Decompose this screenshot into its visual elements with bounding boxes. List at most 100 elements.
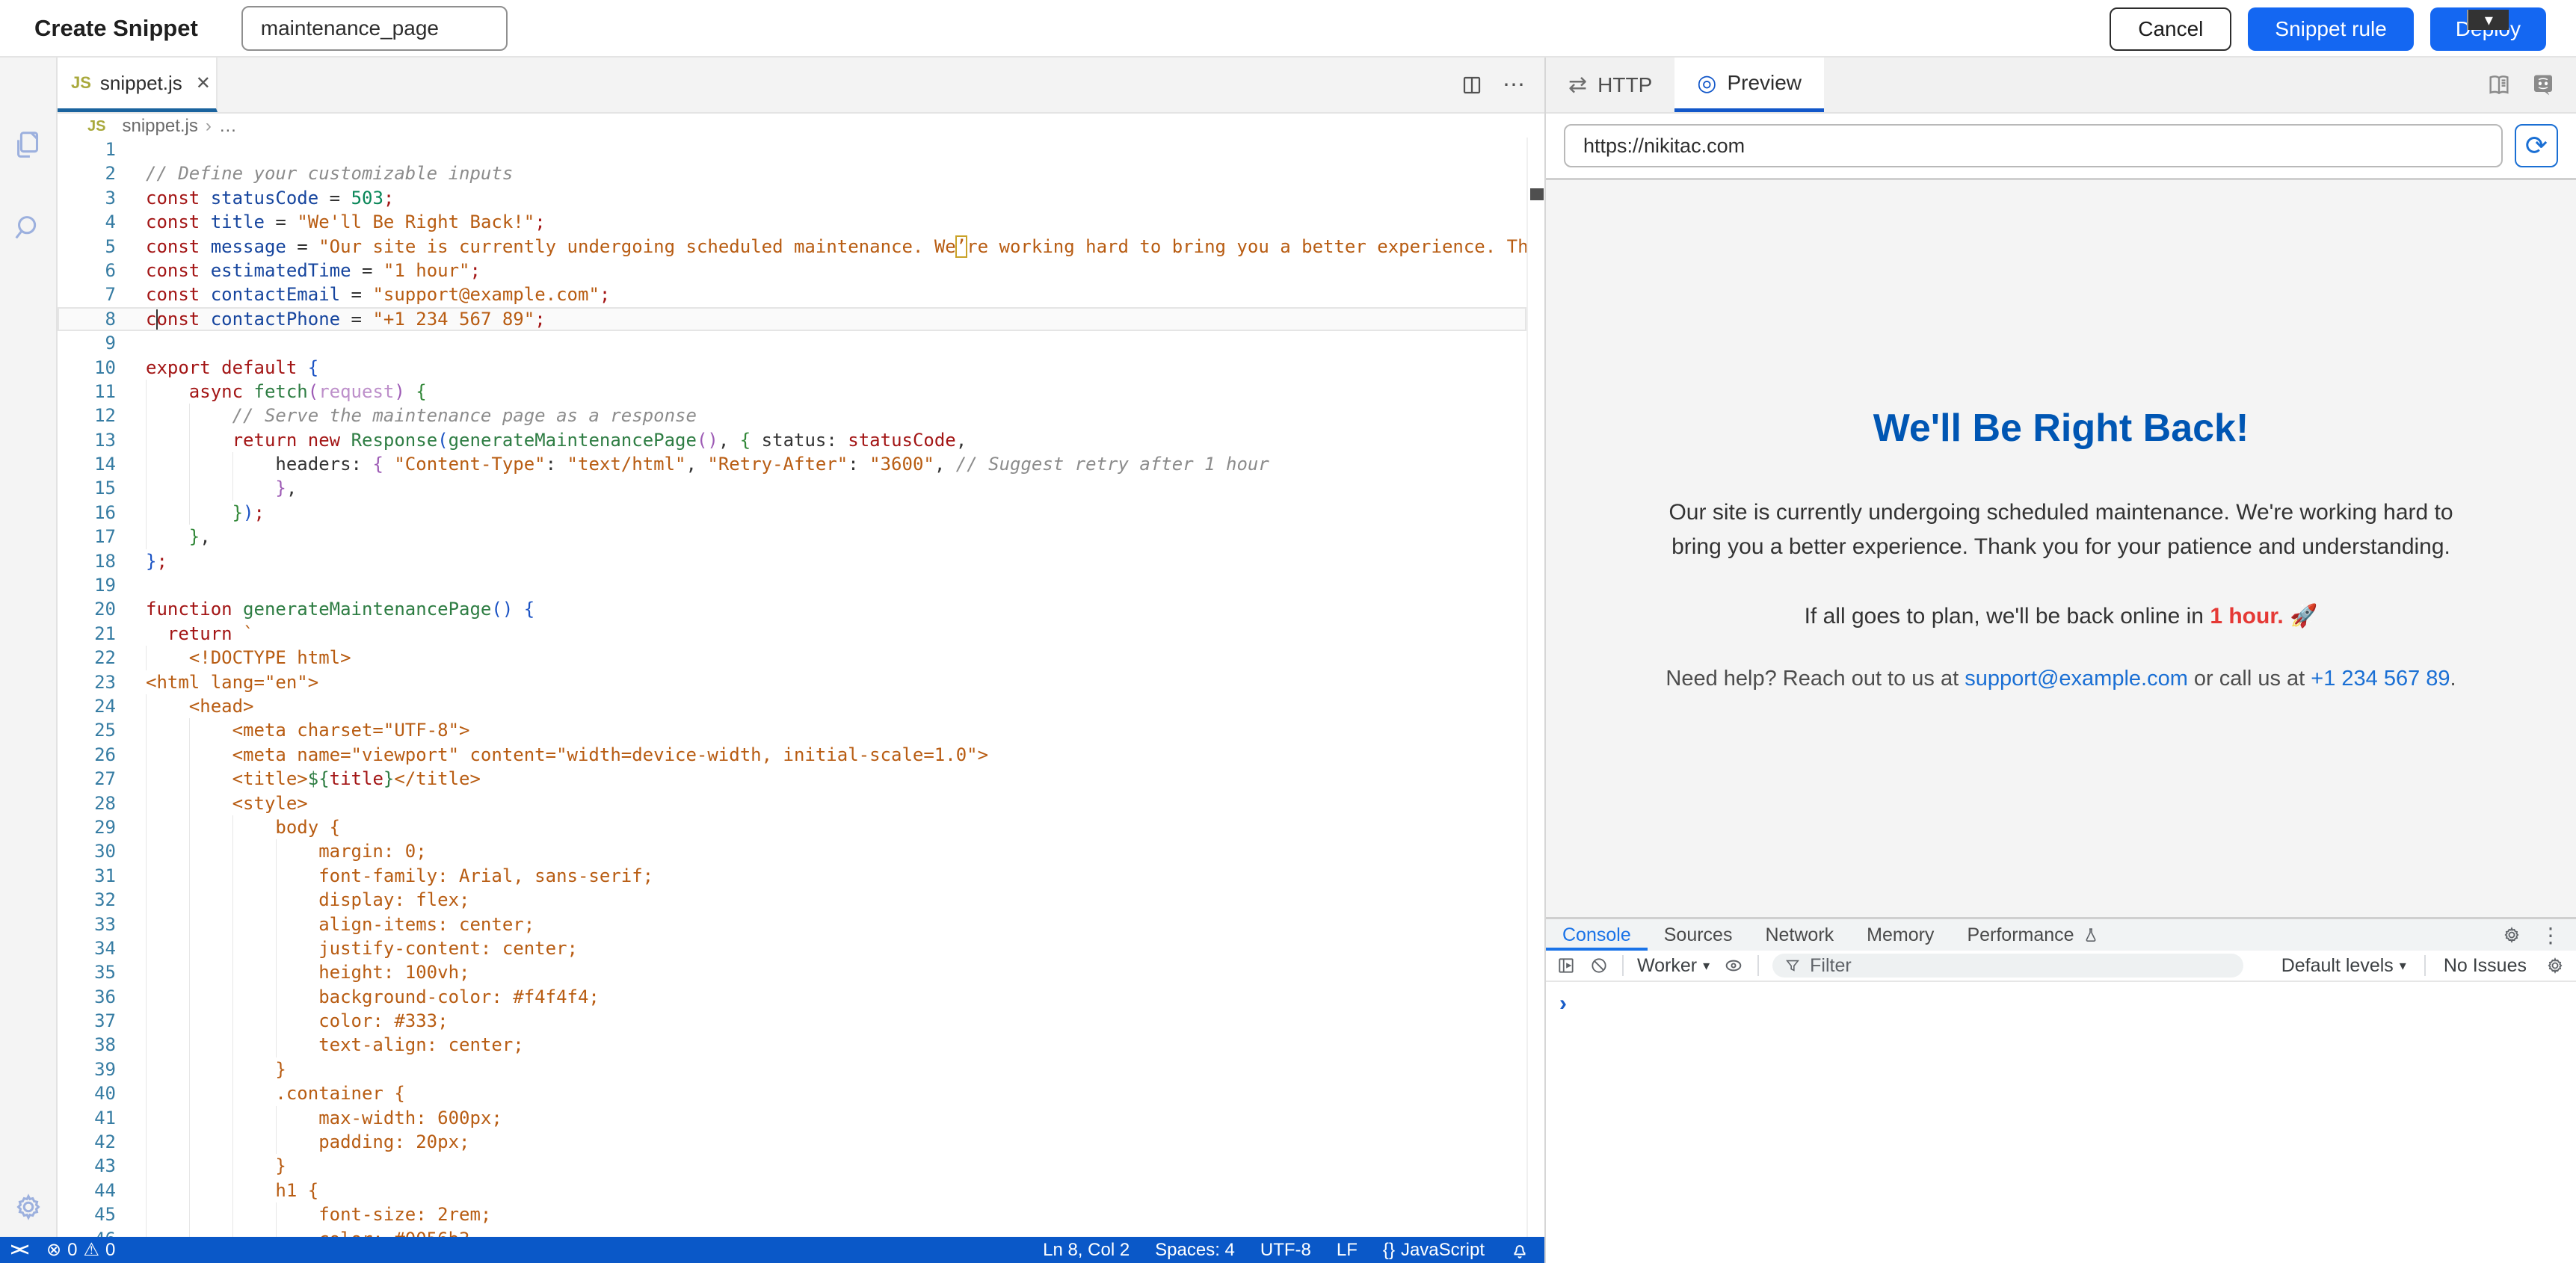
preview-tab-bar: ⇄ HTTP ◎ Preview [1546, 58, 2576, 114]
code-line: 27 <title>${title}</title> [58, 767, 1526, 791]
refresh-button[interactable]: ⟳ [2515, 124, 2558, 167]
page-header: Create Snippet Cancel Snippet rule Deplo… [0, 0, 2576, 58]
line-number: 16 [58, 501, 132, 525]
tab-network[interactable]: Network [1748, 919, 1850, 951]
cursor-position[interactable]: Ln 8, Col 2 [1043, 1240, 1130, 1261]
text-cursor [156, 309, 158, 330]
close-icon[interactable]: ✕ [196, 72, 211, 94]
line-number: 24 [58, 694, 132, 718]
log-levels-selector[interactable]: Default levels ▾ [2281, 955, 2406, 977]
line-number: 36 [58, 985, 132, 1009]
code-text: body { [146, 815, 1526, 839]
line-number: 4 [58, 210, 132, 234]
maintenance-eta: If all goes to plan, we'll be back onlin… [1605, 603, 2517, 629]
deploy-caret-button[interactable]: ▾ [2467, 10, 2509, 30]
console-output[interactable]: › [1546, 982, 2576, 1015]
code-line: 31 font-family: Arial, sans-serif; [58, 864, 1526, 888]
kebab-menu-icon[interactable]: ⋮ [2540, 923, 2561, 948]
deploy-split-button[interactable]: Deploy ▾ [2430, 7, 2546, 51]
code-line: 19 [58, 573, 1526, 597]
url-input[interactable] [1564, 124, 2503, 167]
indentation[interactable]: Spaces: 4 [1155, 1240, 1235, 1261]
code-text: height: 100vh; [146, 960, 1526, 984]
search-icon[interactable] [11, 211, 46, 245]
editor-scrollbar[interactable] [1526, 138, 1544, 1237]
url-bar: ⟳ [1546, 114, 2576, 178]
snippet-rule-button[interactable]: Snippet rule [2248, 7, 2413, 51]
header-actions: Cancel Snippet rule Deploy ▾ [2110, 7, 2546, 51]
line-number: 18 [58, 549, 132, 573]
tab-memory[interactable]: Memory [1850, 919, 1950, 951]
docs-book-icon[interactable] [2486, 72, 2512, 98]
line-number: 37 [58, 1009, 132, 1033]
more-actions-icon[interactable]: ⋯ [1503, 72, 1525, 98]
breadcrumb[interactable]: JS snippet.js › … [58, 114, 1544, 139]
code-line: 3const statusCode = 503; [58, 186, 1526, 210]
maintenance-message: Our site is currently undergoing schedul… [1605, 495, 2517, 564]
code-line: 28 <style> [58, 791, 1526, 815]
tab-label: snippet.js [100, 72, 182, 95]
breadcrumb-file[interactable]: snippet.js [122, 116, 197, 137]
line-number: 40 [58, 1081, 132, 1105]
code-line: 39 } [58, 1057, 1526, 1081]
line-number: 13 [58, 428, 132, 452]
encoding[interactable]: UTF-8 [1260, 1240, 1311, 1261]
line-number: 5 [58, 235, 132, 259]
code-line: 33 align-items: center; [58, 912, 1526, 936]
breadcrumb-more[interactable]: … [219, 116, 237, 137]
error-icon: ⊗ [46, 1239, 61, 1261]
issues-counter[interactable]: No Issues [2444, 955, 2527, 977]
notifications-bell-icon[interactable] [1510, 1241, 1529, 1260]
console-sidebar-toggle-icon[interactable] [1556, 956, 1576, 975]
phone-link[interactable]: +1 234 567 89 [2311, 667, 2450, 691]
tab-console[interactable]: Console [1546, 919, 1648, 951]
clear-console-icon[interactable] [1589, 956, 1609, 975]
code-line: 44 h1 { [58, 1179, 1526, 1202]
code-text: align-items: center; [146, 912, 1526, 936]
cancel-button[interactable]: Cancel [2110, 7, 2231, 51]
line-number: 17 [58, 525, 132, 549]
devtools-settings-gear-icon[interactable] [2501, 924, 2522, 945]
line-number: 28 [58, 791, 132, 815]
line-number: 45 [58, 1202, 132, 1226]
code-line: 2// Define your customizable inputs [58, 161, 1526, 185]
tab-preview[interactable]: ◎ Preview [1674, 58, 1824, 112]
context-selector[interactable]: Worker ▾ [1637, 955, 1710, 977]
chevron-down-icon: ▾ [2485, 10, 2493, 30]
snippet-name-input[interactable] [241, 6, 508, 51]
console-filter-input[interactable]: Filter [1772, 954, 2243, 978]
problems-indicator[interactable]: ⊗ 0 ⚠ 0 [46, 1239, 115, 1261]
code-line: 9 [58, 331, 1526, 355]
code-line: 41 max-width: 600px; [58, 1106, 1526, 1130]
line-number: 34 [58, 936, 132, 960]
console-settings-gear-icon[interactable] [2545, 955, 2566, 976]
files-icon[interactable] [11, 129, 46, 163]
tab-sources[interactable]: Sources [1648, 919, 1749, 951]
eta-value: 1 hour. [2210, 604, 2283, 629]
tab-snippet-js[interactable]: JS snippet.js ✕ [58, 58, 218, 112]
scrollbar-thumb[interactable] [1530, 188, 1544, 200]
line-number: 3 [58, 186, 132, 210]
settings-gear-icon[interactable] [11, 1190, 46, 1224]
chevron-down-icon: ▾ [2400, 958, 2406, 974]
code-line: 6const estimatedTime = "1 hour"; [58, 259, 1526, 282]
tab-http[interactable]: ⇄ HTTP [1546, 58, 1674, 112]
code-line: 29 body { [58, 815, 1526, 839]
code-text: const contactPhone = "+1 234 567 89"; [146, 307, 1526, 331]
js-file-icon: JS [71, 73, 91, 93]
eol-sequence[interactable]: LF [1337, 1240, 1358, 1261]
tab-performance[interactable]: Performance [1950, 919, 2116, 951]
split-editor-icon[interactable] [1461, 74, 1483, 96]
remote-icon[interactable]: >< [10, 1240, 27, 1261]
line-number: 29 [58, 815, 132, 839]
code-editor[interactable]: 12// Define your customizable inputs3con… [58, 138, 1526, 1237]
console-prompt[interactable]: › [1559, 992, 2576, 1015]
language-mode[interactable]: {} JavaScript [1383, 1240, 1485, 1261]
devtools-panel: Console Sources Network Memory Performan… [1546, 917, 2576, 1015]
code-text: <meta name="viewport" content="width=dev… [146, 743, 1526, 767]
maintenance-title: We'll Be Right Back! [1605, 406, 2517, 451]
discord-icon[interactable] [2530, 72, 2557, 99]
support-email-link[interactable]: support@example.com [1965, 667, 2188, 691]
live-expression-eye-icon[interactable] [1723, 955, 1744, 976]
code-line: 24 <head> [58, 694, 1526, 718]
